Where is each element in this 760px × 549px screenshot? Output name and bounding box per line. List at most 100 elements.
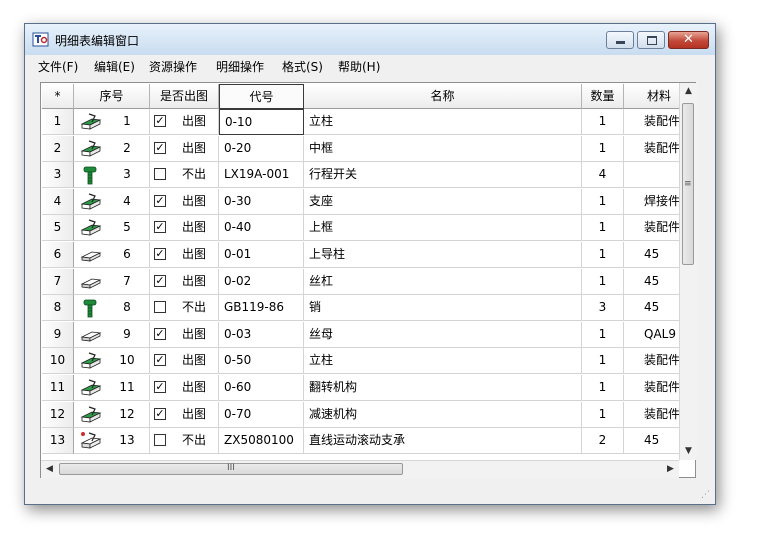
draw-checkbox[interactable]: ✓ bbox=[154, 381, 166, 393]
row-header[interactable]: 10 bbox=[42, 348, 74, 375]
code-cell[interactable]: 0-10 bbox=[219, 109, 304, 135]
code-cell[interactable]: LX19A-001 bbox=[219, 162, 304, 189]
code-cell[interactable]: ZX5080100 bbox=[219, 428, 304, 455]
qty-cell[interactable]: 1 bbox=[582, 348, 624, 375]
table-row[interactable]: 9 9 ✓ 出图 0-03 丝母 1 QAL9 bbox=[42, 321, 695, 348]
table-row[interactable]: 12 12 ✓ 出图 0-70 减速机构 1 装配件 bbox=[42, 401, 695, 428]
menu-resource[interactable]: 资源操作 bbox=[149, 58, 197, 75]
qty-cell[interactable]: 1 bbox=[582, 109, 624, 135]
row-header[interactable]: 3 bbox=[42, 162, 74, 189]
qty-cell[interactable]: 1 bbox=[582, 188, 624, 215]
qty-cell[interactable]: 1 bbox=[582, 375, 624, 401]
qty-cell[interactable]: 1 bbox=[582, 321, 624, 348]
draw-checkbox[interactable]: ✓ bbox=[154, 115, 166, 127]
title-bar[interactable]: 明细表编辑窗口 ✕ bbox=[25, 24, 715, 56]
name-cell[interactable]: 行程开关 bbox=[304, 162, 582, 189]
maximize-button[interactable] bbox=[637, 31, 665, 49]
row-header[interactable]: 8 bbox=[42, 295, 74, 322]
draw-checkbox[interactable]: ✓ bbox=[154, 141, 166, 154]
draw-checkbox[interactable]: ✓ bbox=[154, 221, 166, 234]
row-header[interactable]: 5 bbox=[42, 215, 74, 242]
table-row[interactable]: 2 2 ✓ 出图 0-20 中框 1 装配件 bbox=[42, 135, 695, 162]
code-cell[interactable]: 0-50 bbox=[219, 348, 304, 375]
header-select-all[interactable]: * bbox=[42, 84, 74, 109]
draw-checkbox[interactable] bbox=[154, 301, 166, 314]
table-row[interactable]: 1 1 ✓ 出图 0-10 立柱 1 装配件 bbox=[42, 109, 695, 135]
draw-checkbox[interactable]: ✓ bbox=[154, 407, 166, 420]
menu-file[interactable]: 文件(F) bbox=[38, 58, 78, 75]
table-row[interactable]: 8 8 不出 GB119-86 销 3 45 bbox=[42, 295, 695, 322]
qty-cell[interactable]: 3 bbox=[582, 295, 624, 322]
resize-grip-icon[interactable]: ⋰ bbox=[701, 490, 713, 502]
draw-checkbox[interactable]: ✓ bbox=[154, 274, 166, 287]
minimize-button[interactable] bbox=[606, 31, 634, 49]
code-cell[interactable]: GB119-86 bbox=[219, 295, 304, 322]
header-code[interactable]: 代号 bbox=[219, 84, 304, 109]
draw-checkbox[interactable]: ✓ bbox=[154, 327, 166, 340]
row-header[interactable]: 6 bbox=[42, 242, 74, 268]
name-cell[interactable]: 销 bbox=[304, 295, 582, 322]
table-row[interactable]: 3 3 不出 LX19A-001 行程开关 4 bbox=[42, 162, 695, 189]
horizontal-scrollbar[interactable]: ◀ III ▶ bbox=[41, 460, 679, 478]
code-cell[interactable]: 0-60 bbox=[219, 375, 304, 401]
code-cell[interactable]: 0-20 bbox=[219, 135, 304, 162]
scroll-up-arrow-icon[interactable]: ▲ bbox=[680, 83, 697, 100]
name-cell[interactable]: 直线运动滚动支承 bbox=[304, 428, 582, 455]
scroll-right-arrow-icon[interactable]: ▶ bbox=[662, 461, 679, 478]
header-seq[interactable]: 序号 bbox=[74, 84, 150, 109]
qty-cell[interactable]: 4 bbox=[582, 162, 624, 189]
name-cell[interactable]: 丝母 bbox=[304, 321, 582, 348]
code-cell[interactable]: 0-30 bbox=[219, 188, 304, 215]
name-cell[interactable]: 翻转机构 bbox=[304, 375, 582, 401]
close-button[interactable]: ✕ bbox=[668, 31, 709, 49]
table-row[interactable]: 5 5 ✓ 出图 0-40 上框 1 装配件 bbox=[42, 215, 695, 242]
draw-checkbox[interactable]: ✓ bbox=[154, 194, 166, 207]
draw-checkbox[interactable] bbox=[154, 434, 166, 447]
qty-cell[interactable]: 1 bbox=[582, 135, 624, 162]
row-header[interactable]: 9 bbox=[42, 321, 74, 348]
qty-cell[interactable]: 1 bbox=[582, 215, 624, 242]
qty-cell[interactable]: 1 bbox=[582, 401, 624, 428]
name-cell[interactable]: 上导柱 bbox=[304, 242, 582, 268]
table-row[interactable]: 7 7 ✓ 出图 0-02 丝杠 1 45 bbox=[42, 268, 695, 295]
row-header[interactable]: 2 bbox=[42, 135, 74, 162]
qty-cell[interactable]: 2 bbox=[582, 428, 624, 455]
row-header[interactable]: 1 bbox=[42, 109, 74, 135]
header-name[interactable]: 名称 bbox=[304, 84, 582, 109]
table-row[interactable]: 11 11 ✓ 出图 0-60 翻转机构 1 装配件 bbox=[42, 375, 695, 401]
menu-detail[interactable]: 明细操作 bbox=[216, 58, 264, 75]
row-header[interactable]: 13 bbox=[42, 428, 74, 455]
table-row[interactable]: 6 6 ✓ 出图 0-01 上导柱 1 45 bbox=[42, 242, 695, 268]
menu-edit[interactable]: 编辑(E) bbox=[94, 58, 135, 75]
draw-checkbox[interactable]: ✓ bbox=[154, 248, 166, 260]
name-cell[interactable]: 立柱 bbox=[304, 109, 582, 135]
name-cell[interactable]: 丝杠 bbox=[304, 268, 582, 295]
table-row[interactable]: 10 10 ✓ 出图 0-50 立柱 1 装配件 bbox=[42, 348, 695, 375]
row-header[interactable]: 7 bbox=[42, 268, 74, 295]
name-cell[interactable]: 立柱 bbox=[304, 348, 582, 375]
draw-checkbox[interactable]: ✓ bbox=[154, 354, 166, 367]
scroll-down-arrow-icon[interactable]: ▼ bbox=[680, 443, 697, 460]
code-cell[interactable]: 0-40 bbox=[219, 215, 304, 242]
header-qty[interactable]: 数量 bbox=[582, 84, 624, 109]
draw-checkbox[interactable] bbox=[154, 168, 166, 181]
table-row[interactable]: 13 13 不出 ZX5080100 直线运动滚动支承 2 45 bbox=[42, 428, 695, 455]
vertical-scrollbar[interactable]: ▲ ≡ ▼ bbox=[679, 83, 697, 460]
qty-cell[interactable]: 1 bbox=[582, 242, 624, 268]
header-draw[interactable]: 是否出图 bbox=[150, 84, 219, 109]
name-cell[interactable]: 支座 bbox=[304, 188, 582, 215]
code-cell[interactable]: 0-03 bbox=[219, 321, 304, 348]
row-header[interactable]: 4 bbox=[42, 188, 74, 215]
qty-cell[interactable]: 1 bbox=[582, 268, 624, 295]
code-cell[interactable]: 0-02 bbox=[219, 268, 304, 295]
name-cell[interactable]: 减速机构 bbox=[304, 401, 582, 428]
name-cell[interactable]: 中框 bbox=[304, 135, 582, 162]
row-header[interactable]: 11 bbox=[42, 375, 74, 401]
code-cell[interactable]: 0-01 bbox=[219, 242, 304, 268]
scroll-left-arrow-icon[interactable]: ◀ bbox=[41, 461, 58, 478]
row-header[interactable]: 12 bbox=[42, 401, 74, 428]
menu-format[interactable]: 格式(S) bbox=[282, 58, 323, 75]
name-cell[interactable]: 上框 bbox=[304, 215, 582, 242]
menu-help[interactable]: 帮助(H) bbox=[338, 58, 380, 75]
code-cell[interactable]: 0-70 bbox=[219, 401, 304, 428]
